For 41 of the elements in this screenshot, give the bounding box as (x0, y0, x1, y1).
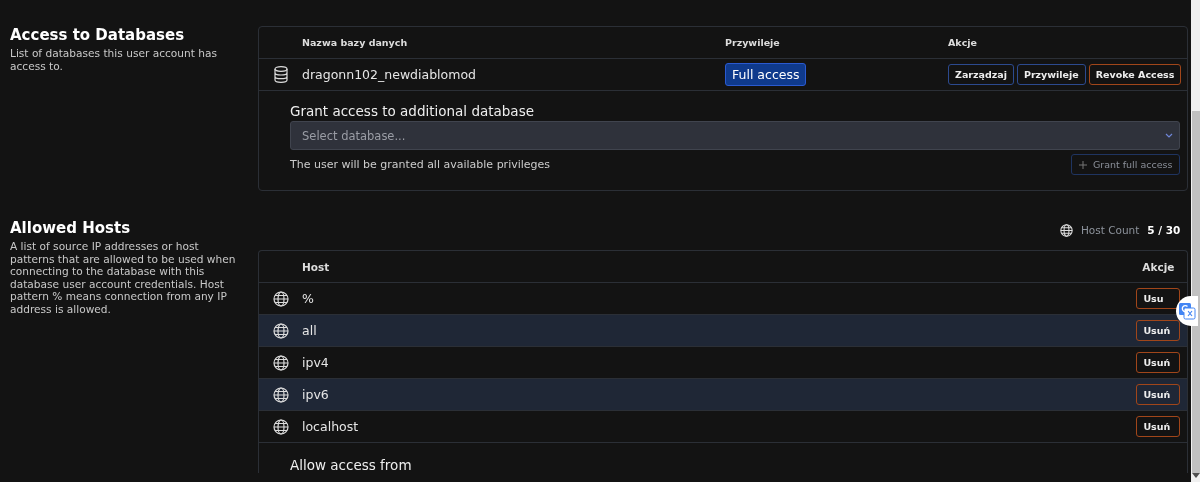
delete-button[interactable]: Usu (1136, 288, 1181, 309)
section-title: Access to Databases (10, 26, 186, 44)
host-count-value: 5 / 30 (1147, 224, 1181, 236)
delete-button[interactable]: Usuń (1136, 384, 1181, 405)
section-description: List of databases this user account has access to. (10, 47, 218, 72)
globe-icon (1059, 223, 1073, 237)
globe-icon (272, 322, 289, 339)
translate-icon (1178, 302, 1196, 320)
host-name: ipv4 (302, 355, 330, 370)
plus-icon (1078, 160, 1087, 169)
section-title: Allowed Hosts (10, 219, 132, 237)
grant-note: The user will be granted all available privileges (290, 158, 551, 171)
host-name: all (302, 323, 318, 338)
grant-title: Grant access to additional database (290, 103, 535, 119)
host-name: % (302, 291, 315, 306)
scrollbar-thumb[interactable] (1191, 111, 1200, 473)
section-description: A list of source IP addresses or host patterns that are allowed to be used when connecting to the database with this database user account credentials. Host pattern % means connection from any IP address is allowed. (10, 240, 237, 315)
globe-icon (272, 418, 289, 435)
database-name: dragonn102_newdiablomod (302, 67, 477, 82)
revoke-button[interactable]: Revoke Access (1088, 64, 1182, 85)
translate-widget[interactable] (1176, 296, 1198, 326)
column-header: Przywileje (725, 37, 781, 48)
globe-icon (272, 290, 289, 307)
column-header: Nazwa bazy danych (302, 37, 409, 48)
delete-button[interactable]: Usuń (1136, 416, 1181, 437)
globe-icon (272, 386, 289, 403)
column-header: Akcje (948, 37, 978, 48)
action-button[interactable]: Zarządzaj (948, 64, 1014, 85)
host-name: localhost (302, 419, 360, 434)
chevron-down-icon (1165, 133, 1174, 138)
action-button[interactable]: Przywileje (1016, 64, 1086, 85)
database-icon (273, 66, 288, 83)
column-header: Akcje (1142, 260, 1176, 273)
host-name: ipv6 (302, 387, 330, 402)
globe-icon (272, 354, 289, 371)
privilege-badge: Full access (725, 63, 807, 86)
delete-button[interactable]: Usuń (1136, 352, 1181, 373)
delete-button[interactable]: Usuń (1136, 320, 1181, 341)
allow-access-title: Allow access from (258, 443, 1189, 473)
column-header: Host (302, 260, 331, 273)
host-count-label: Host Count (1080, 224, 1140, 236)
